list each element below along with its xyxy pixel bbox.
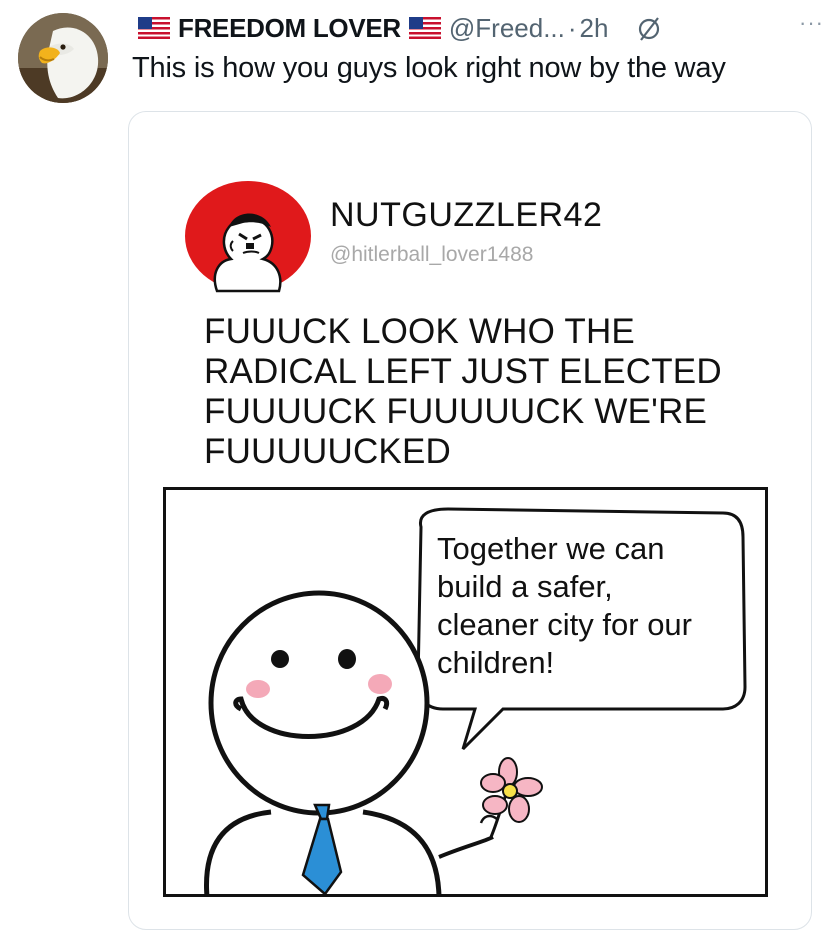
blush <box>368 674 392 694</box>
post-header: FREEDOM LOVER @Freed... · 2h <box>138 8 664 48</box>
embedded-avatar-icon <box>185 181 311 293</box>
us-flag-icon <box>138 17 170 39</box>
embedded-display-name: NUTGUZZLER42 <box>330 196 603 234</box>
author-avatar[interactable] <box>18 13 108 103</box>
more-options-icon[interactable]: ··· <box>799 10 824 36</box>
embedded-text-line: FUUUUUCKED <box>204 432 451 471</box>
embedded-handle: @hitlerball_lover1488 <box>330 243 534 266</box>
us-flag-icon <box>408 17 441 39</box>
separator-dot: · <box>567 12 577 43</box>
speech-line: children! <box>437 645 555 680</box>
speech-line: build a safer, <box>437 569 613 604</box>
author-handle[interactable]: @Freed... <box>449 13 565 44</box>
speech-line: cleaner city for our <box>437 607 692 642</box>
embedded-text-line: RADICAL LEFT JUST ELECTED <box>204 352 722 391</box>
embedded-text-line: FUUUCK LOOK WHO THE <box>204 312 635 351</box>
embedded-text-line: FUUUUCK FUUUUUCK WE'RE <box>204 392 708 431</box>
blush <box>246 680 270 698</box>
speech-bubble-text: Together we can build a safer, cleaner c… <box>437 530 692 682</box>
eye <box>338 649 356 669</box>
circle-slash-icon[interactable] <box>636 14 664 42</box>
bald-eagle-avatar <box>18 13 108 103</box>
post-timestamp[interactable]: 2h <box>580 13 609 44</box>
author-display-name[interactable]: FREEDOM LOVER <box>178 13 401 44</box>
post-text: This is how you guys look right now by t… <box>132 52 726 84</box>
eye <box>271 650 289 668</box>
embedded-text: FUUUCK LOOK WHO THE RADICAL LEFT JUST EL… <box>204 312 794 472</box>
speech-line: Together we can <box>437 531 665 566</box>
